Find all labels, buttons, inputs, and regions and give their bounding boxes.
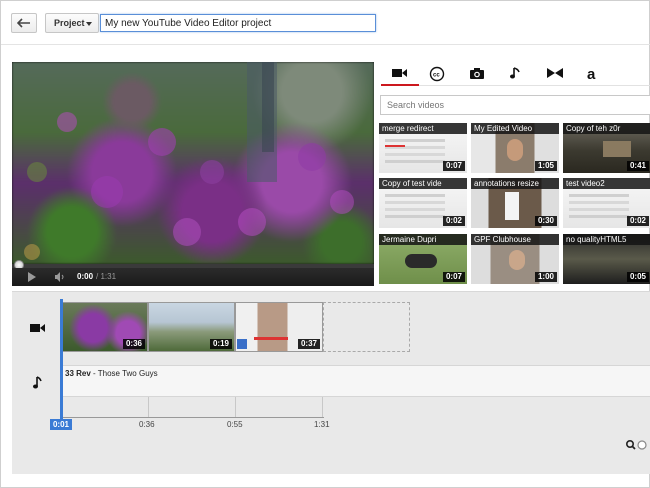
search-videos-input[interactable] — [380, 95, 650, 115]
editor-window: Project 0:00 / 1:31 — [0, 0, 650, 488]
tab-audio[interactable] — [498, 63, 532, 85]
thumbnail-detail — [385, 145, 405, 147]
video-duration: 1:00 — [534, 272, 557, 282]
video-duration: 0:02 — [626, 216, 649, 226]
video-duration: 0:30 — [534, 216, 557, 226]
zoom-icon[interactable] — [625, 439, 647, 451]
audio-track-label: 33 Rev - Those Two Guys — [65, 369, 158, 378]
photo-camera-icon — [470, 68, 484, 79]
ruler-label: 0:36 — [139, 420, 155, 429]
thumbnail-detail — [405, 254, 437, 268]
ruler-tick — [148, 397, 149, 417]
audio-track-number: 33 Rev — [65, 369, 91, 378]
current-time: 0:00 — [77, 272, 94, 281]
ruler-tick — [322, 397, 323, 417]
video-duration: 0:02 — [442, 216, 465, 226]
video-title: no qualityHTML5 — [563, 234, 650, 245]
video-title: Copy of test vide — [379, 178, 467, 189]
video-title: test video2 — [563, 178, 650, 189]
thumbnail-detail — [505, 192, 519, 220]
tabs-divider — [419, 85, 650, 86]
tab-videos[interactable] — [383, 63, 417, 85]
project-title-input[interactable] — [100, 14, 376, 32]
tab-transitions[interactable] — [538, 63, 572, 85]
video-duration: 0:07 — [442, 272, 465, 282]
audio-track-icon — [33, 376, 42, 389]
back-arrow-icon — [17, 18, 30, 28]
video-track-icon — [30, 324, 45, 332]
tab-text[interactable]: a — [576, 63, 610, 85]
svg-text:cc: cc — [433, 73, 440, 79]
video-thumbnail[interactable]: My Edited Video 1:05 — [471, 123, 559, 173]
timeline-clip[interactable]: 0:19 — [148, 302, 235, 352]
thumbnail-detail — [509, 250, 525, 270]
clip-duration: 0:19 — [209, 339, 232, 349]
ruler-tick — [235, 397, 236, 417]
clip-detail — [254, 337, 288, 340]
header-divider — [1, 44, 650, 45]
text-icon: a — [587, 66, 596, 83]
active-tab-indicator — [381, 84, 419, 86]
video-title: Copy of teh z0r — [563, 123, 650, 134]
video-thumbnail[interactable]: merge redirect 0:07 — [379, 123, 467, 173]
video-camera-icon — [392, 69, 407, 77]
video-title: merge redirect — [379, 123, 467, 134]
clip-duration: 0:37 — [297, 339, 320, 349]
volume-icon[interactable] — [54, 272, 66, 282]
tab-photos[interactable] — [460, 63, 494, 85]
video-thumbnail[interactable]: GPF Clubhouse 1:00 — [471, 234, 559, 284]
transition-marker-icon[interactable] — [237, 339, 247, 349]
ruler-label: 1:31 — [314, 420, 330, 429]
video-duration: 0:05 — [626, 272, 649, 282]
video-thumbnail[interactable]: Copy of teh z0r 0:41 — [563, 123, 650, 173]
playhead-time: 0:01 — [50, 419, 72, 430]
video-title: GPF Clubhouse — [471, 234, 559, 245]
video-thumbnail[interactable]: annotations resize 0:30 — [471, 178, 559, 228]
video-thumbnail[interactable]: Copy of test vide 0:02 — [379, 178, 467, 228]
svg-text:a: a — [587, 66, 596, 82]
player-controls: 0:00 / 1:31 — [12, 268, 374, 286]
ruler-label: 0:55 — [227, 420, 243, 429]
chevron-down-icon — [86, 22, 92, 26]
video-duration: 1:05 — [534, 161, 557, 171]
project-menu-label: Project — [54, 18, 85, 28]
video-frame-detail — [24, 62, 354, 260]
timeline-clip[interactable]: 0:37 — [235, 302, 323, 352]
video-thumbnail[interactable]: no qualityHTML5 0:05 — [563, 234, 650, 284]
clip-drop-zone[interactable] — [323, 302, 410, 352]
transitions-icon — [547, 68, 563, 78]
clip-duration: 0:36 — [122, 339, 145, 349]
cc-icon: cc — [429, 66, 445, 82]
total-time: / 1:31 — [96, 272, 117, 281]
video-title: Jermaine Dupri — [379, 234, 467, 245]
video-thumbnail[interactable]: test video2 0:02 — [563, 178, 650, 228]
video-player[interactable]: 0:00 / 1:31 — [12, 62, 374, 286]
video-title: annotations resize — [471, 178, 559, 189]
back-button[interactable] — [11, 13, 37, 33]
play-icon[interactable] — [28, 272, 36, 282]
video-thumbnail[interactable]: Jermaine Dupri 0:07 — [379, 234, 467, 284]
audio-track-name: - Those Two Guys — [90, 369, 158, 378]
playhead[interactable] — [60, 299, 63, 420]
thumbnail-detail — [603, 141, 631, 157]
music-note-icon — [510, 67, 520, 79]
timeline-clip[interactable]: 0:36 — [62, 302, 148, 352]
tab-captions[interactable]: cc — [420, 63, 454, 85]
time-ruler — [62, 417, 324, 418]
thumbnail-detail — [507, 139, 523, 161]
project-menu-button[interactable]: Project — [45, 13, 99, 33]
video-title: My Edited Video — [471, 123, 559, 134]
audio-track[interactable]: 33 Rev - Those Two Guys — [62, 365, 650, 397]
video-duration: 0:41 — [626, 161, 649, 171]
video-duration: 0:07 — [442, 161, 465, 171]
